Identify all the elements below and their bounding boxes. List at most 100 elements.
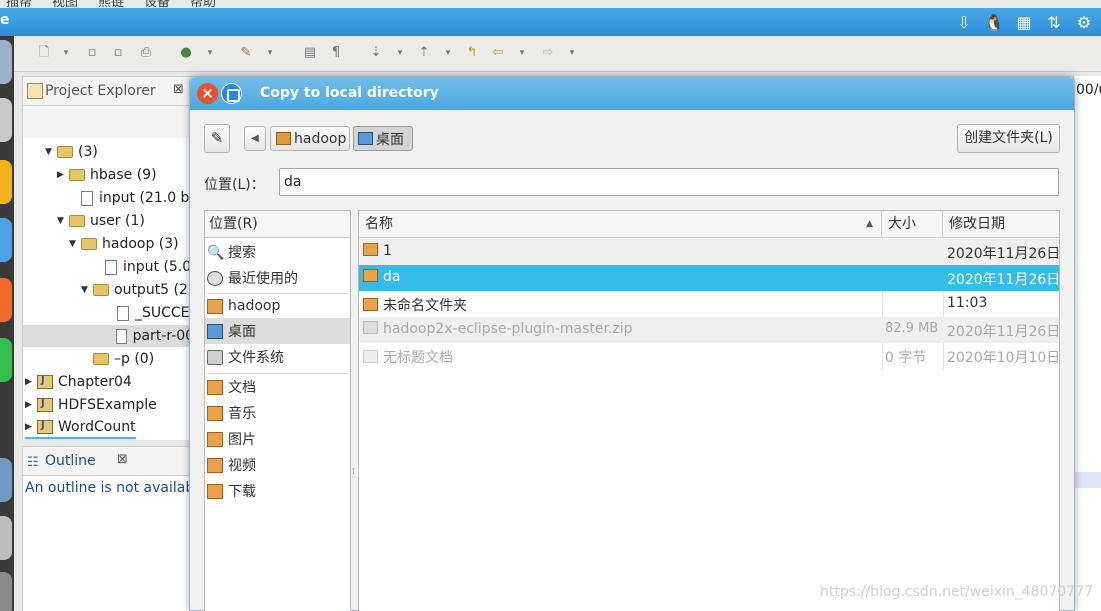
save-all-icon[interactable]: ▫ <box>108 44 128 62</box>
project-explorer-tab[interactable]: Project Explorer ⊠ <box>22 76 202 106</box>
location-input[interactable] <box>279 168 1059 196</box>
tree-item[interactable]: ▶Chapter04 <box>25 371 132 393</box>
column-header-modified[interactable]: 修改日期 <box>943 211 1059 238</box>
tree-item-selected[interactable]: part-r-000 <box>23 325 202 347</box>
place-search[interactable]: 🔍 搜索 <box>205 239 350 265</box>
edit-location-button[interactable]: ✎ <box>204 124 230 153</box>
pane-splitter[interactable]: ⁞ <box>352 467 355 477</box>
chevron-down-icon[interactable]: ▾ <box>260 44 280 62</box>
run-icon[interactable]: ● <box>176 44 196 62</box>
back-arrow-icon[interactable]: ⇦ <box>488 44 508 62</box>
place-recent[interactable]: 最近使用的 <box>205 265 350 291</box>
launcher-app-icon[interactable] <box>0 338 12 382</box>
sort-icon[interactable]: ⇅ <box>1043 11 1065 33</box>
chevron-down-icon[interactable]: ▾ <box>390 44 410 62</box>
collapsed-arrow-icon[interactable]: ▶ <box>25 377 37 387</box>
launcher-app-icon[interactable] <box>0 98 12 142</box>
current-line-highlight <box>1074 472 1101 488</box>
chevron-down-icon[interactable]: ▾ <box>512 44 532 62</box>
place-documents[interactable]: 文档 <box>205 374 350 400</box>
next-annotation-icon[interactable]: ⇣ <box>366 44 386 62</box>
folder-icon <box>207 405 223 421</box>
expanded-arrow-icon[interactable]: ▼ <box>81 285 93 295</box>
menu-item[interactable]: 熊链 <box>98 0 124 8</box>
path-back-button[interactable]: ◀ <box>244 126 266 151</box>
file-row[interactable]: 1 2020年11月26日 <box>359 239 1060 265</box>
prev-annotation-icon[interactable]: ⇡ <box>414 44 434 62</box>
launcher-app-icon[interactable] <box>0 516 12 560</box>
close-button[interactable]: × <box>197 83 218 104</box>
chevron-down-icon[interactable]: ▾ <box>438 44 458 62</box>
tree-item[interactable]: ▼ output5 (2) <box>81 279 193 301</box>
editor-area: 00/u <box>1073 76 1101 611</box>
print-icon[interactable]: ⎙ <box>136 44 156 62</box>
outline-tab[interactable]: ☷ Outline ⊠ <box>22 446 202 476</box>
chevron-down-icon[interactable]: ▾ <box>56 44 76 62</box>
forward-arrow-icon[interactable]: ⇨ <box>538 44 558 62</box>
file-icon <box>117 305 129 321</box>
tree-item[interactable]: ▼ (3) <box>45 141 98 163</box>
pencil-icon: ✎ <box>210 129 224 147</box>
breadcrumb-hadoop[interactable]: hadoop <box>270 126 350 151</box>
toggle-icon[interactable]: ▤ <box>300 44 320 62</box>
window-title-bar: e ⇩ 🐧 ▦ ⇅ ⚙ <box>0 8 1101 36</box>
launcher-app-icon[interactable] <box>0 218 12 262</box>
launcher-app-icon[interactable] <box>0 160 12 204</box>
column-header-name[interactable]: 名称 ▲ <box>359 211 882 238</box>
maximize-button[interactable] <box>221 83 242 104</box>
settings-icon[interactable]: ⚙ <box>1073 11 1095 33</box>
new-icon[interactable]: 🗋 <box>34 44 54 62</box>
save-icon[interactable]: ▫ <box>82 44 102 62</box>
desktop-icon <box>207 323 223 339</box>
chevron-down-icon[interactable]: ▾ <box>200 44 220 62</box>
place-filesystem[interactable]: 文件系统 <box>205 344 350 370</box>
tree-item[interactable]: ▼ user (1) <box>57 210 145 232</box>
collapsed-arrow-icon[interactable]: ▶ <box>25 422 37 432</box>
tree-item[interactable]: ▼ hadoop (3) <box>69 233 179 255</box>
place-videos[interactable]: 视频 <box>205 452 350 478</box>
place-pictures[interactable]: 图片 <box>205 426 350 452</box>
tree-item[interactable]: ▶WordCount <box>25 417 136 439</box>
launcher-app-icon[interactable] <box>0 572 12 611</box>
chevron-down-icon[interactable]: ▾ <box>562 44 582 62</box>
pilcrow-icon[interactable]: ¶ <box>326 44 346 62</box>
tree-item[interactable]: –p (0) <box>93 348 154 370</box>
launcher-app-icon[interactable] <box>0 278 12 322</box>
tree-item[interactable]: ▶HDFSExample <box>25 394 157 416</box>
menu-item[interactable]: 设备 <box>144 0 170 8</box>
calendar-icon[interactable]: ▦ <box>1013 11 1035 33</box>
tree-item[interactable]: _SUCCESS <box>105 302 202 324</box>
collapsed-arrow-icon[interactable]: ▶ <box>25 400 37 410</box>
tree-item[interactable]: input (21.0 b, r <box>69 187 202 209</box>
expanded-arrow-icon[interactable]: ▼ <box>45 147 57 157</box>
expanded-arrow-icon[interactable]: ▼ <box>57 216 69 226</box>
menu-item[interactable]: 帮助 <box>190 0 216 8</box>
collapsed-arrow-icon[interactable]: ▶ <box>57 170 69 180</box>
penguin-icon[interactable]: 🐧 <box>983 11 1005 33</box>
last-edit-icon[interactable]: ↰ <box>462 44 482 62</box>
launcher-app-icon[interactable] <box>0 458 12 502</box>
place-hadoop[interactable]: hadoop <box>205 293 350 319</box>
menu-item[interactable]: 插帮 <box>6 0 32 8</box>
create-folder-button[interactable]: 创建文件夹(L) <box>957 124 1060 153</box>
network-icon[interactable]: ⇩ <box>953 11 975 33</box>
expanded-arrow-icon[interactable]: ▼ <box>69 239 81 249</box>
watermark: https://blog.csdn.net/weixin_48070777 <box>820 584 1094 600</box>
tree-item[interactable]: input (5.0 K <box>93 256 202 278</box>
place-desktop[interactable]: 桌面 <box>205 318 350 344</box>
tree-item[interactable]: ▶ hbase (9) <box>57 164 157 186</box>
launcher-app-icon[interactable] <box>0 40 12 84</box>
column-header-size[interactable]: 大小 <box>882 211 943 238</box>
menu-item[interactable]: 视图 <box>52 0 78 8</box>
place-music[interactable]: 音乐 <box>205 400 350 426</box>
file-row[interactable]: 未命名文件夹 11:03 <box>359 291 1059 317</box>
places-header[interactable]: 位置(R) <box>205 211 350 238</box>
breadcrumb-desktop[interactable]: 桌面 <box>353 126 413 151</box>
zip-file-icon <box>363 321 378 334</box>
location-label: 位置(L)： <box>204 177 265 193</box>
file-row-selected[interactable]: da 2020年11月26日 <box>359 265 1060 291</box>
place-downloads[interactable]: 下载 <box>205 478 350 504</box>
wand-icon[interactable]: ✎ <box>236 44 256 62</box>
close-icon[interactable]: ⊠ <box>117 452 128 467</box>
close-icon[interactable]: ⊠ <box>173 82 184 97</box>
